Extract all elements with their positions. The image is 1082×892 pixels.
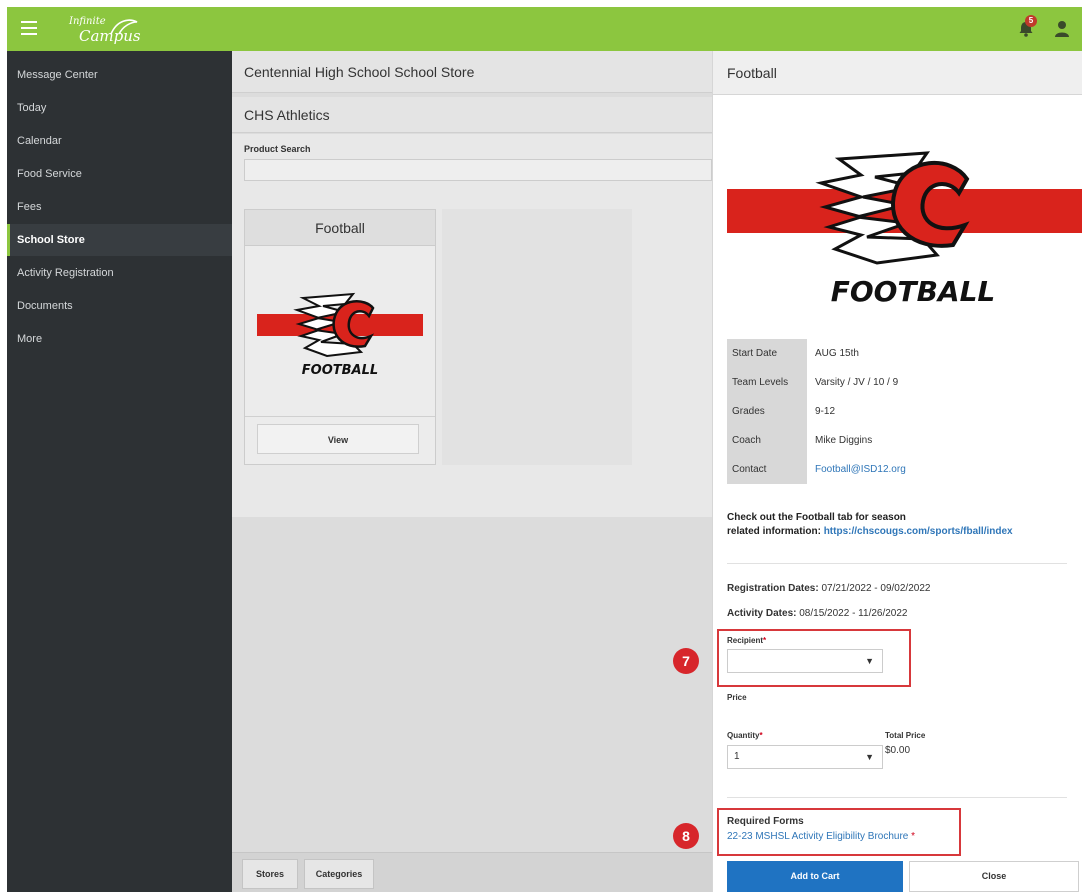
- user-account-icon[interactable]: [1054, 20, 1070, 38]
- quantity-label: Quantity*: [727, 731, 763, 740]
- sidebar-item-today[interactable]: Today: [7, 92, 232, 124]
- top-bar: Infinite Campus 5: [7, 7, 1082, 51]
- required-star: *: [759, 731, 763, 740]
- chevron-down-icon: ▼: [865, 752, 874, 762]
- quantity-select-value: 1: [734, 751, 740, 762]
- contact-email-link[interactable]: Football@ISD12.org: [815, 455, 906, 484]
- season-info-link[interactable]: https://chscougs.com/sports/fball/index: [824, 526, 1013, 537]
- required-star: *: [763, 636, 767, 645]
- activity-dates: Activity Dates: 08/15/2022 - 11/26/2022: [727, 608, 908, 619]
- card-divider: [245, 416, 435, 417]
- notification-count-badge: 5: [1025, 15, 1037, 27]
- sidebar-item-calendar[interactable]: Calendar: [7, 125, 232, 157]
- info-value: Varsity / JV / 10 / 9: [815, 377, 899, 388]
- info-key: Start Date: [732, 348, 778, 359]
- logo-swoosh-icon: [110, 19, 138, 35]
- info-value: 9-12: [815, 406, 836, 417]
- info-key: Team Levels: [732, 377, 789, 388]
- required-form-link-text: 22-23 MSHSL Activity Eligibility Brochur…: [727, 831, 909, 842]
- description-line1: Check out the Football tab for season: [727, 512, 906, 523]
- logo-football-text: FOOTBALL: [831, 275, 996, 308]
- stores-button[interactable]: Stores: [242, 859, 298, 889]
- logo-line1: Infinite: [69, 16, 106, 27]
- categories-button[interactable]: Categories: [304, 859, 374, 889]
- info-value: AUG 15th: [815, 348, 859, 359]
- product-search-label: Product Search: [244, 144, 311, 154]
- panel-title: Football: [727, 65, 777, 81]
- sidebar-item-activity-registration[interactable]: Activity Registration: [7, 257, 232, 289]
- registration-dates: Registration Dates: 07/21/2022 - 09/02/2…: [727, 583, 930, 594]
- price-label: Price: [727, 693, 747, 702]
- product-card-football[interactable]: Football FOOTBALL View: [244, 209, 436, 465]
- info-key: Coach: [732, 435, 761, 446]
- store-main: Centennial High School School Store CHS …: [232, 51, 712, 892]
- activity-dates-label: Activity Dates:: [727, 608, 797, 619]
- logo-football-text: FOOTBALL: [302, 363, 378, 378]
- sidebar-item-more[interactable]: More: [7, 323, 232, 355]
- recipient-select[interactable]: ▼: [727, 649, 883, 673]
- required-star: *: [911, 831, 916, 842]
- category-header: CHS Athletics: [232, 97, 712, 133]
- store-footer-bar: Stores Categories: [232, 852, 712, 892]
- placeholder-card: [442, 209, 632, 465]
- sidebar-item-food-service[interactable]: Food Service: [7, 158, 232, 190]
- close-button[interactable]: Close: [909, 861, 1079, 892]
- total-price-value: $0.00: [885, 745, 911, 756]
- store-header: Centennial High School School Store: [232, 51, 712, 93]
- info-row-contact: Contact Football@ISD12.org: [727, 455, 987, 484]
- info-row-start-date: Start Date AUG 15th: [727, 339, 987, 368]
- info-value: Mike Diggins: [815, 435, 873, 446]
- info-row-grades: Grades 9-12: [727, 397, 987, 426]
- quantity-select[interactable]: 1 ▼: [727, 745, 883, 769]
- sidebar-item-message-center[interactable]: Message Center: [7, 59, 232, 91]
- sidebar-item-documents[interactable]: Documents: [7, 290, 232, 322]
- required-form-link[interactable]: 22-23 MSHSL Activity Eligibility Brochur…: [727, 831, 915, 842]
- football-logo-small: FOOTBALL: [257, 292, 423, 378]
- info-key: Contact: [732, 464, 767, 475]
- registration-dates-label: Registration Dates:: [727, 583, 819, 594]
- view-button[interactable]: View: [257, 424, 419, 454]
- football-logo-large: FOOTBALL: [727, 151, 1082, 308]
- infinite-campus-logo[interactable]: Infinite Campus: [69, 14, 149, 45]
- sidebar-item-school-store[interactable]: School Store: [7, 224, 232, 256]
- category-title: CHS Athletics: [244, 107, 330, 123]
- info-key: Grades: [732, 406, 765, 417]
- store-title: Centennial High School School Store: [244, 64, 475, 80]
- chevron-down-icon: ▼: [865, 656, 874, 666]
- menu-icon[interactable]: [21, 21, 37, 35]
- callout-badge-8: 8: [673, 823, 699, 849]
- divider: [727, 797, 1067, 798]
- required-forms-label: Required Forms: [727, 816, 804, 827]
- info-row-coach: Coach Mike Diggins: [727, 426, 987, 455]
- app-window: Infinite Campus 5 Message Center Today C…: [7, 7, 1082, 892]
- recipient-label-text: Recipient: [727, 636, 764, 645]
- divider: [727, 563, 1067, 564]
- product-card-title: Football: [245, 210, 435, 246]
- product-search-input[interactable]: [244, 159, 712, 181]
- activity-description: Check out the Football tab for season re…: [727, 511, 1067, 539]
- total-price-label: Total Price: [885, 731, 926, 740]
- add-to-cart-button[interactable]: Add to Cart: [727, 861, 903, 892]
- product-list-pane: Product Search Football FOOTBALL View: [232, 134, 712, 517]
- quantity-label-text: Quantity: [727, 731, 760, 740]
- callout-badge-7: 7: [673, 648, 699, 674]
- panel-header: Football: [713, 51, 1082, 95]
- recipient-label: Recipient*: [727, 636, 766, 645]
- sidebar: Message Center Today Calendar Food Servi…: [7, 51, 232, 892]
- product-detail-panel: Football FOOTBALL Start Date AUG 15th Te…: [673, 51, 1082, 892]
- sidebar-item-fees[interactable]: Fees: [7, 191, 232, 223]
- info-row-team-levels: Team Levels Varsity / JV / 10 / 9: [727, 368, 987, 397]
- activity-dates-value: 08/15/2022 - 11/26/2022: [799, 608, 908, 619]
- registration-dates-value: 07/21/2022 - 09/02/2022: [821, 583, 931, 594]
- description-line2: related information:: [727, 526, 821, 537]
